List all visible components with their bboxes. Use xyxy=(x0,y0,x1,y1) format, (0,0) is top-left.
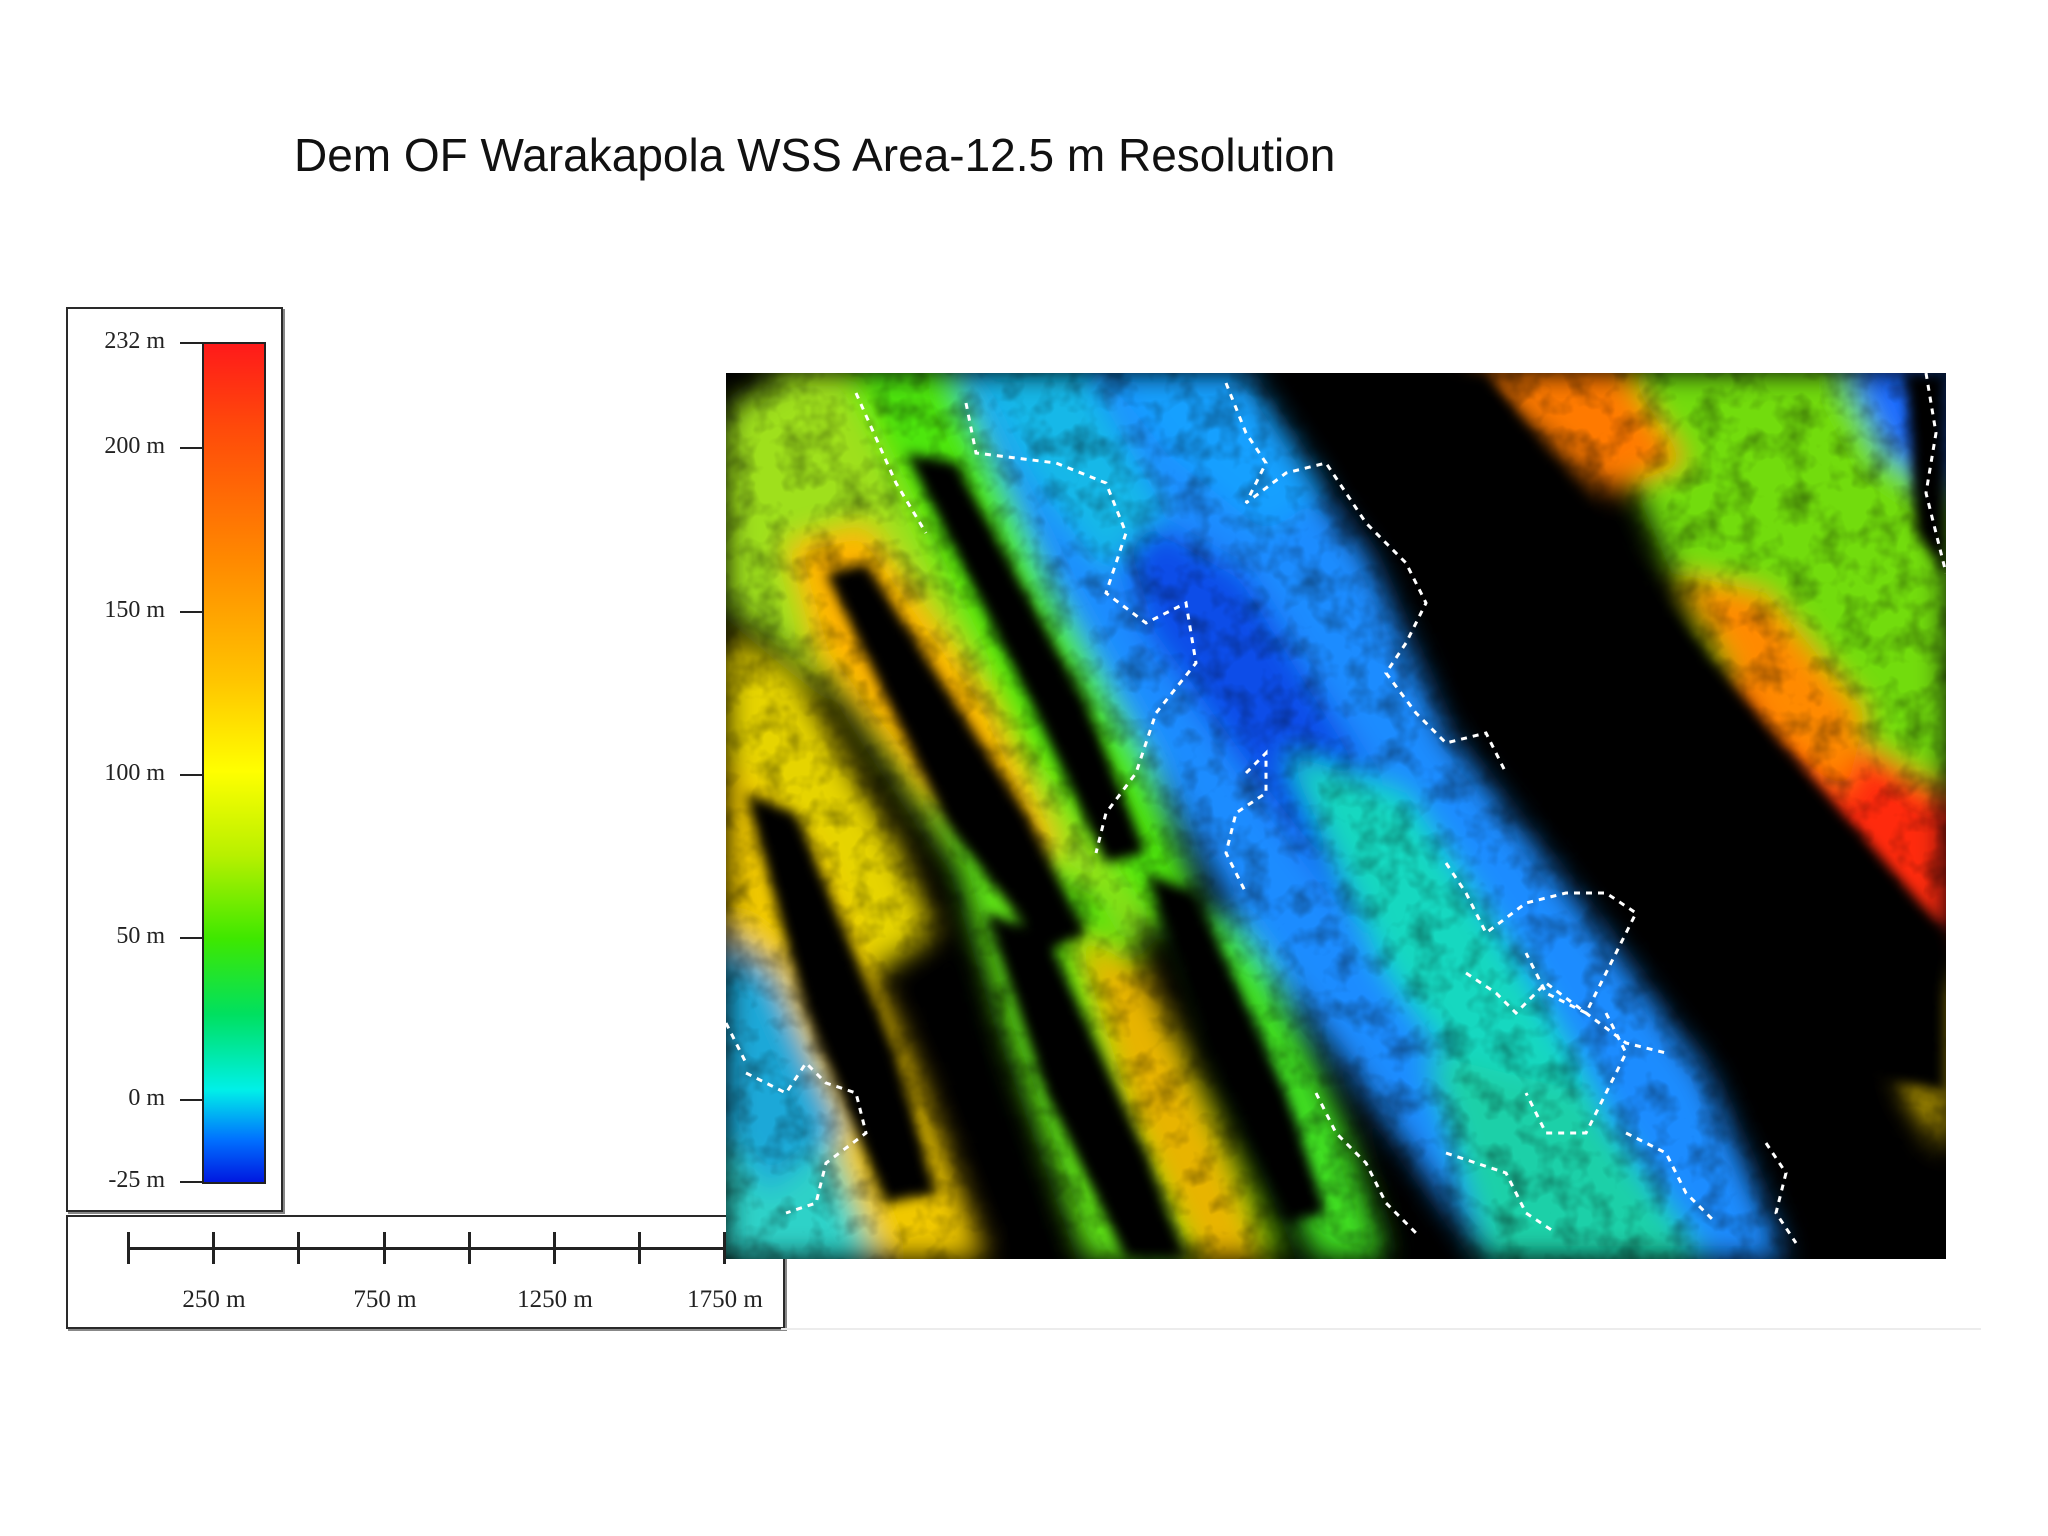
legend-tick-label: 232 m xyxy=(104,328,165,354)
legend-tick-label: 50 m xyxy=(116,923,165,949)
legend-tick-label: -25 m xyxy=(108,1167,165,1193)
legend-tick-label: 200 m xyxy=(104,433,165,459)
divider-line xyxy=(781,1328,1981,1330)
page-title: Dem OF Warakapola WSS Area-12.5 m Resolu… xyxy=(294,129,1336,181)
legend-tick-label: 150 m xyxy=(104,597,165,623)
legend-tick xyxy=(180,611,202,613)
scale-bar-tick xyxy=(468,1232,471,1264)
scale-bar-tick xyxy=(297,1232,300,1264)
scale-bar-label: 1250 m xyxy=(517,1286,593,1313)
legend-tick-label: 0 m xyxy=(128,1085,165,1111)
scale-bar-tick xyxy=(127,1232,130,1264)
scale-bar-tick xyxy=(383,1232,386,1264)
dem-raster xyxy=(726,373,1946,1259)
legend-tick xyxy=(180,1099,202,1101)
legend-tick xyxy=(180,1181,202,1183)
scale-bar-tick xyxy=(212,1232,215,1264)
scale-bar-tick xyxy=(638,1232,641,1264)
elevation-legend: 232 m 200 m 150 m 100 m 50 m 0 m -25 m xyxy=(66,307,283,1212)
color-ramp xyxy=(202,342,266,1184)
legend-tick xyxy=(180,447,202,449)
scale-bar-label: 1750 m xyxy=(687,1286,763,1313)
legend-tick-label: 100 m xyxy=(104,760,165,786)
legend-tick xyxy=(180,342,202,344)
scale-bar: 250 m 750 m 1250 m 1750 m xyxy=(66,1215,785,1329)
scale-bar-tick xyxy=(553,1232,556,1264)
scale-bar-label: 750 m xyxy=(353,1286,417,1313)
legend-tick xyxy=(180,937,202,939)
scale-bar-line xyxy=(128,1247,725,1250)
legend-tick xyxy=(180,774,202,776)
scale-bar-label: 250 m xyxy=(182,1286,246,1313)
dem-map xyxy=(726,373,1946,1259)
